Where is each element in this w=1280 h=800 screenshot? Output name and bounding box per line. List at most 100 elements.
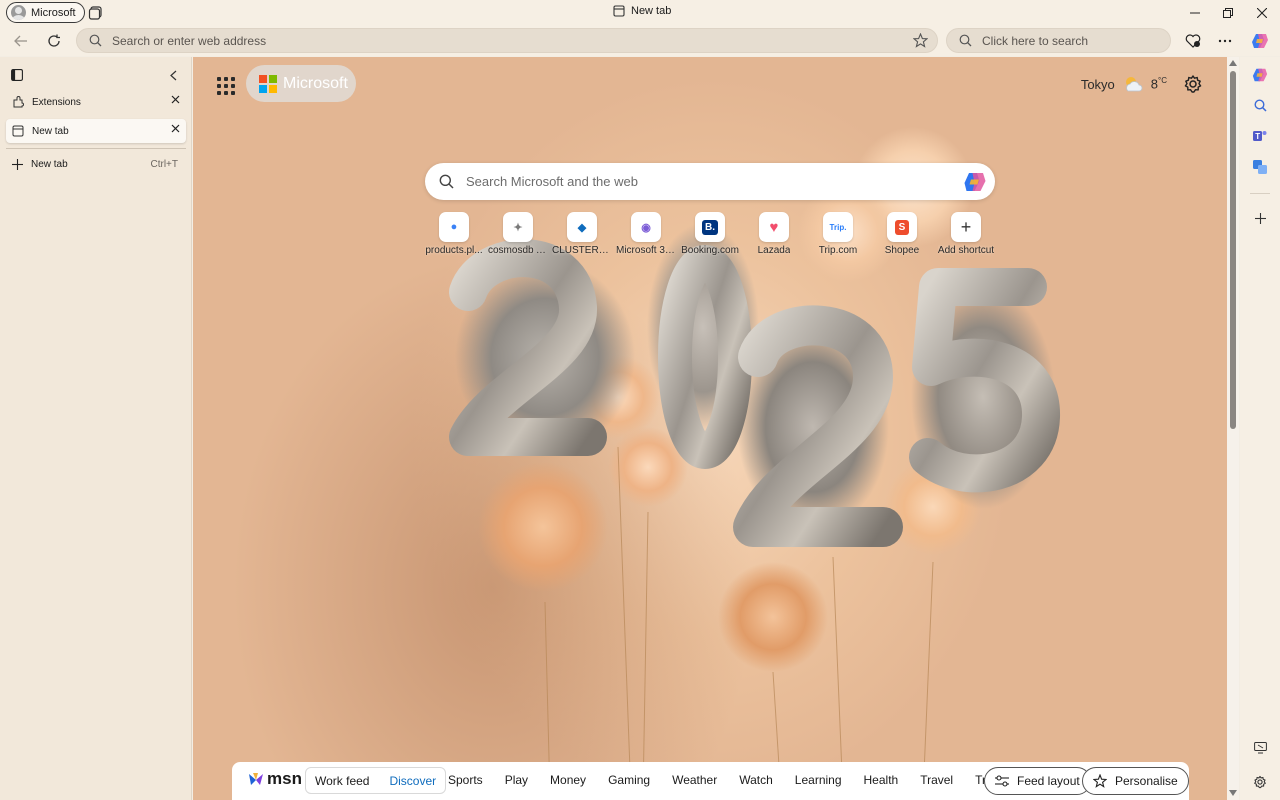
tab-extensions[interactable]: Extensions: [6, 90, 186, 114]
shortcut-label: Shopee: [884, 245, 920, 256]
shortcut-clustered[interactable]: ◆ CLUSTERED ...: [550, 212, 614, 256]
feed-nav-gaming[interactable]: Gaming: [608, 773, 650, 787]
vertical-tabs-pane: Extensions New tab New tab Ctrl+T: [0, 57, 192, 800]
sidebar-copilot-button[interactable]: [1250, 65, 1270, 85]
page-scrollbar[interactable]: [1227, 57, 1239, 800]
collapse-pane-icon[interactable]: [170, 70, 177, 81]
feed-nav-sports[interactable]: Sports: [448, 773, 483, 787]
scroll-down-icon[interactable]: [1229, 790, 1237, 796]
sidebar-teams-button[interactable]: T: [1250, 126, 1270, 146]
app-launcher-button[interactable]: [215, 75, 235, 95]
profile-button[interactable]: Microsoft: [6, 2, 85, 23]
new-tab-button[interactable]: New tab Ctrl+T: [6, 152, 186, 176]
window-tab-title: New tab: [613, 5, 671, 17]
browser-essentials-button[interactable]: [1180, 29, 1206, 53]
close-tab-icon[interactable]: [171, 95, 180, 104]
more-dots-icon: [1218, 39, 1232, 43]
work-feed-tab[interactable]: Work feed: [315, 774, 369, 788]
page-settings-gear-icon[interactable]: [1183, 74, 1203, 94]
close-window-button[interactable]: [1245, 0, 1279, 26]
shortcut-trip[interactable]: Trip. Trip.com: [806, 212, 870, 256]
workspaces-icon[interactable]: [88, 5, 104, 21]
web-search-box[interactable]: Search Microsoft and the web: [425, 163, 995, 200]
edge-sidebar: T: [1240, 57, 1280, 800]
plus-icon: [1254, 212, 1266, 224]
avatar: [11, 5, 26, 20]
navigation-toolbar: Search or enter web address Click here t…: [0, 26, 1280, 56]
tab-divider: [6, 148, 186, 149]
feed-nav-money[interactable]: Money: [550, 773, 586, 787]
sidebar-add-button[interactable]: [1250, 208, 1270, 228]
msn-brand-text: msn: [267, 769, 302, 788]
sparkle-star-icon: [1093, 774, 1107, 788]
shortcut-icon: ✦: [503, 212, 533, 242]
plus-icon: +: [951, 212, 981, 242]
copilot-icon[interactable]: [963, 170, 987, 194]
tab-actions-icon[interactable]: [11, 69, 23, 81]
feed-nav-weather[interactable]: Weather: [672, 773, 717, 787]
minimize-button[interactable]: [1178, 0, 1212, 26]
shortcut-label: Microsoft 365: [616, 245, 676, 256]
shortcut-icon: ◆: [567, 212, 597, 242]
shortcut-label: products.pl...: [425, 245, 483, 256]
shortcut-label: Trip.com: [818, 245, 858, 256]
restore-button[interactable]: [1211, 0, 1245, 26]
toolbar-search-box[interactable]: Click here to search: [946, 28, 1171, 53]
microsoft-logo-icon: [259, 74, 277, 93]
feed-layout-button[interactable]: Feed layout: [984, 767, 1091, 795]
shortcut-lazada[interactable]: ♥ Lazada: [742, 212, 806, 256]
microsoft-brand-button[interactable]: Microsoft: [246, 65, 356, 102]
shortcut-microsoft-365[interactable]: ◉ Microsoft 365: [614, 212, 678, 256]
weather-widget[interactable]: Tokyo 8°C: [1081, 75, 1167, 93]
minimize-icon: [1190, 12, 1200, 14]
restore-icon: [1223, 8, 1233, 18]
address-bar[interactable]: Search or enter web address: [76, 28, 938, 53]
sliders-icon: [995, 775, 1009, 787]
personalise-button[interactable]: Personalise: [1082, 767, 1189, 795]
web-search-placeholder: Search Microsoft and the web: [466, 174, 638, 189]
feed-nav-travel[interactable]: Travel: [920, 773, 953, 787]
arrow-left-icon: [14, 35, 27, 47]
tab-new-tab-active[interactable]: New tab: [6, 119, 186, 143]
teams-icon: T: [1253, 131, 1267, 141]
extensions-icon: [13, 96, 24, 108]
shortcut-products[interactable]: ● products.pl...: [422, 212, 486, 256]
feed-nav-health[interactable]: Health: [864, 773, 899, 787]
close-tab-icon[interactable]: [171, 124, 180, 133]
discover-tab[interactable]: Discover: [389, 774, 436, 788]
back-button[interactable]: [8, 29, 34, 53]
scrollbar-thumb[interactable]: [1230, 71, 1236, 429]
address-placeholder: Search or enter web address: [112, 33, 267, 48]
gear-icon: [1254, 775, 1266, 789]
feed-nav-play[interactable]: Play: [505, 773, 528, 787]
page-icon: [12, 125, 24, 137]
favorite-star-icon[interactable]: [913, 33, 928, 48]
shortcut-icon: ●: [439, 212, 469, 242]
refresh-button[interactable]: [41, 29, 67, 53]
plus-icon: [12, 158, 23, 170]
feed-nav-learning[interactable]: Learning: [795, 773, 842, 787]
sidebar-search-button[interactable]: [1250, 95, 1270, 115]
new-tab-shortcut: Ctrl+T: [150, 158, 179, 170]
search-icon: [959, 34, 972, 47]
new-tab-page: Microsoft Tokyo 8°C Search Microsoft and…: [193, 57, 1227, 800]
title-bar: Microsoft New tab: [0, 0, 1280, 26]
shortcut-booking[interactable]: B. Booking.com: [678, 212, 742, 256]
shortcut-cosmosdb[interactable]: ✦ cosmosdb A...: [486, 212, 550, 256]
scroll-up-icon[interactable]: [1229, 60, 1237, 66]
profile-name: Microsoft: [31, 6, 76, 19]
add-shortcut-button[interactable]: + Add shortcut: [934, 212, 998, 256]
sidebar-settings-button[interactable]: [1250, 772, 1270, 792]
sidebar-screenshot-button[interactable]: [1250, 737, 1270, 757]
balloon-strings: [544, 446, 934, 798]
microsoft-brand-label: Microsoft: [283, 74, 348, 92]
msn-logo[interactable]: msn: [247, 769, 302, 789]
copilot-button[interactable]: [1247, 29, 1273, 53]
feed-nav-watch[interactable]: Watch: [739, 773, 773, 787]
more-menu-button[interactable]: [1212, 29, 1238, 53]
translator-icon: [1253, 160, 1267, 174]
partly-cloudy-icon: [1125, 77, 1143, 92]
shortcut-shopee[interactable]: S Shopee: [870, 212, 934, 256]
sidebar-translator-button[interactable]: [1250, 157, 1270, 177]
msn-butterfly-icon: [249, 773, 263, 785]
